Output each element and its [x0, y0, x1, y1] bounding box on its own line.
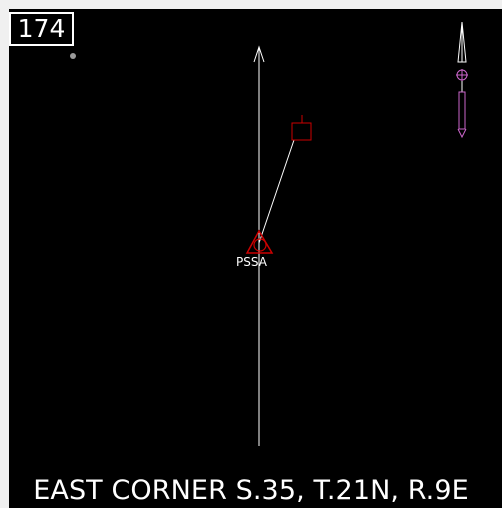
corner-dot-icon	[70, 53, 76, 59]
point-number: 174	[9, 12, 74, 46]
bearing-line	[258, 139, 295, 244]
survey-sketch	[70, 21, 468, 446]
drawing-caption: EAST CORNER S.35, T.21N, R.9E	[33, 475, 469, 506]
drawing-canvas: 174 PSSA EAST CORNER S.35, T.21N, R.9E	[0, 0, 502, 508]
square-marker-icon	[291, 115, 312, 141]
north-arrow-icon	[456, 21, 468, 139]
station-label: PSSA	[236, 255, 267, 269]
